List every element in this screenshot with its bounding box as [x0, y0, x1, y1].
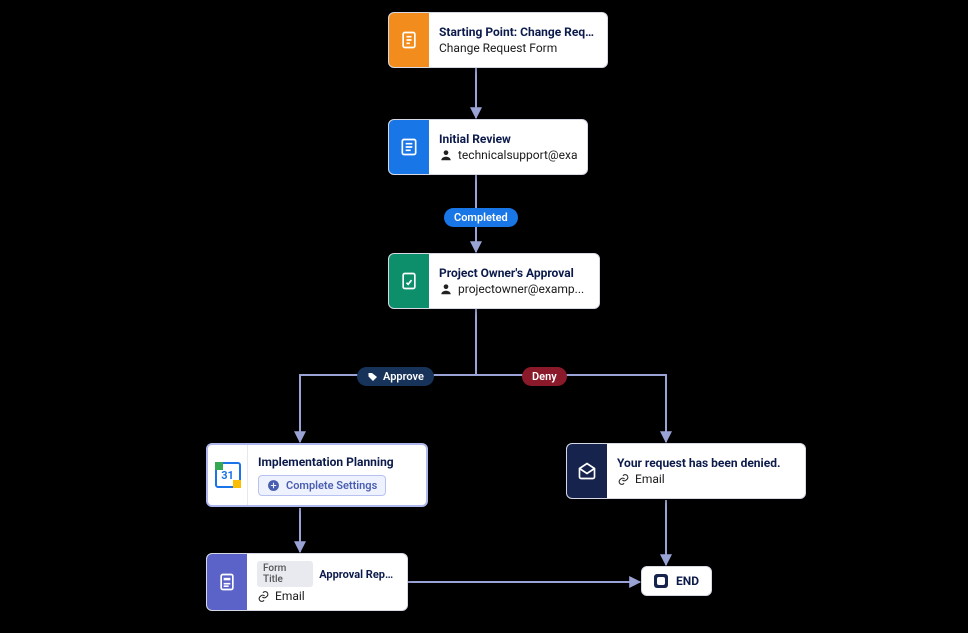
person-icon — [439, 148, 453, 162]
form-title-value: Approval Report — [319, 568, 397, 581]
google-calendar-icon: 31 — [208, 445, 248, 505]
node-channel: Email — [617, 472, 795, 486]
form-title-row: Form Title Approval Report — [257, 561, 397, 587]
edge-label-completed: Completed — [444, 208, 518, 227]
complete-settings-button[interactable]: Complete Settings — [258, 475, 386, 496]
end-label: END — [676, 574, 699, 588]
node-title: Implementation Planning — [258, 455, 416, 469]
node-assignee: projectowner@examp... — [439, 282, 589, 296]
node-start[interactable]: Starting Point: Change Requ... Change Re… — [388, 12, 608, 68]
mail-open-icon — [567, 444, 607, 498]
node-end[interactable]: END — [641, 566, 712, 596]
node-title: Starting Point: Change Requ... — [439, 25, 597, 39]
node-owner-approval[interactable]: Project Owner's Approval projectowner@ex… — [388, 253, 600, 309]
node-assignee: technicalsupport@exa... — [439, 148, 577, 162]
node-title: Project Owner's Approval — [439, 266, 589, 280]
node-approval-report[interactable]: Form Title Approval Report Email — [206, 553, 408, 611]
node-request-denied[interactable]: Your request has been denied. Email — [566, 443, 806, 499]
form-icon — [389, 13, 429, 67]
node-title: Initial Review — [439, 132, 577, 146]
form-title-chip: Form Title — [257, 561, 313, 587]
node-implementation-planning[interactable]: 31 Implementation Planning Complete Sett… — [206, 443, 428, 507]
edge-label-approve: Approve — [357, 367, 434, 386]
checklist-icon — [389, 120, 429, 174]
person-icon — [439, 282, 453, 296]
node-subtitle: Change Request Form — [439, 41, 597, 55]
node-title: Your request has been denied. — [617, 456, 795, 470]
node-initial-review[interactable]: Initial Review technicalsupport@exa... — [388, 119, 588, 175]
stop-icon — [654, 574, 668, 588]
report-icon — [207, 554, 247, 610]
flow-connectors — [0, 0, 968, 633]
approval-icon — [389, 254, 429, 308]
link-icon — [257, 590, 270, 603]
link-icon — [617, 473, 630, 486]
plus-circle-icon — [267, 479, 280, 492]
node-channel: Email — [257, 589, 397, 603]
tag-icon — [367, 371, 379, 383]
edge-label-deny: Deny — [522, 367, 567, 386]
